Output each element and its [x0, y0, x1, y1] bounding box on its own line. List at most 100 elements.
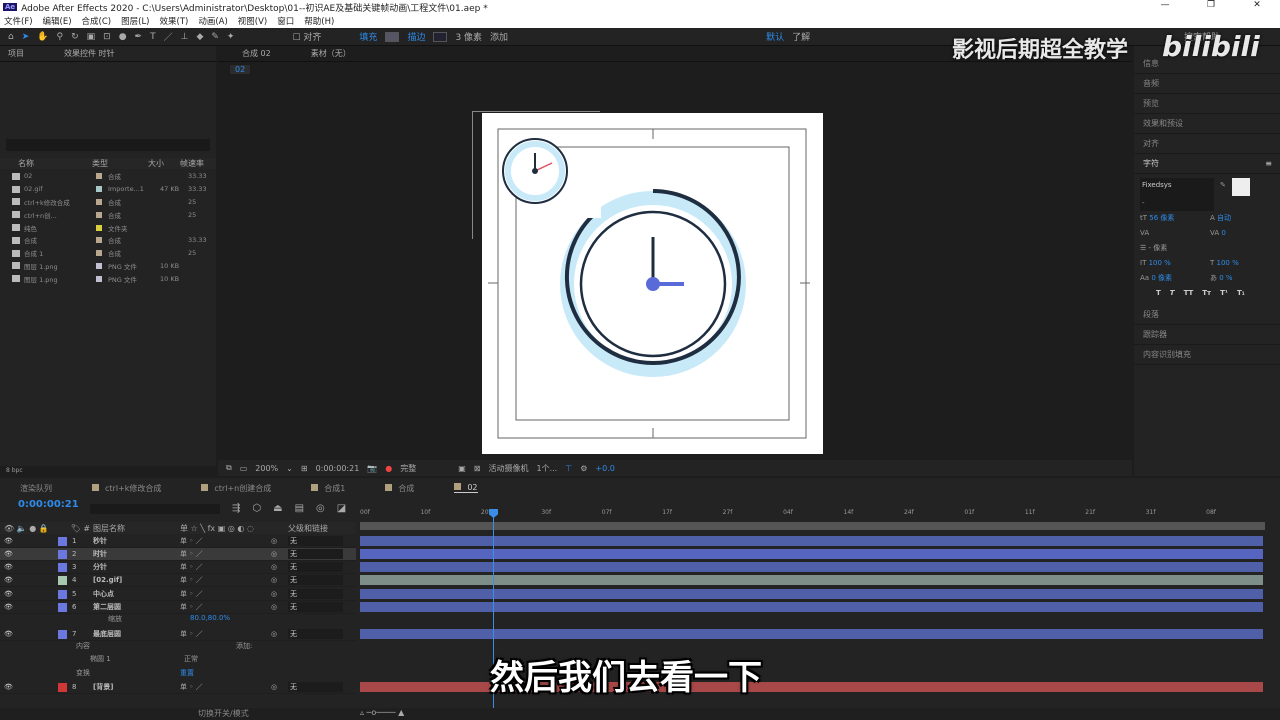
menu-effect[interactable]: 效果(T)	[160, 15, 189, 27]
eyedropper-icon[interactable]: ✎	[1220, 178, 1226, 196]
tab-effect-controls[interactable]: 效果控件 时针	[64, 48, 115, 59]
stroke-label[interactable]: 描边	[407, 30, 425, 43]
layer-name[interactable]: 最底层圆	[93, 629, 121, 639]
panel-character[interactable]: 字符 ≡	[1134, 154, 1280, 174]
layer-name[interactable]: 中心点	[93, 589, 114, 599]
faux-bold-button[interactable]: T	[1156, 286, 1161, 301]
subscript-button[interactable]: T₁	[1237, 286, 1245, 301]
menu-help[interactable]: 帮助(H)	[304, 15, 334, 27]
horizontal-scale[interactable]: 100 %	[1217, 259, 1239, 267]
menu-edit[interactable]: 编辑(E)	[43, 15, 72, 27]
layer-name[interactable]: 秒针	[93, 536, 107, 546]
timeline-search-input[interactable]	[90, 504, 220, 514]
font-family-select[interactable]: Fixedsys	[1140, 178, 1214, 196]
fill-swatch[interactable]	[385, 31, 400, 42]
stroke-width[interactable]: 3 像素	[455, 30, 482, 43]
comp-flowchart-icon[interactable]: ⇶	[232, 503, 240, 514]
parent-select[interactable]: 无	[288, 562, 343, 572]
layer-label-color[interactable]	[58, 549, 67, 559]
leading[interactable]: 自动	[1217, 214, 1231, 222]
project-item[interactable]: ctrl+n创... 合成 25	[0, 208, 216, 221]
layer-switches[interactable]: 单 ◦ ／	[180, 549, 203, 559]
visibility-eye-icon[interactable]: 👁	[4, 590, 14, 598]
project-item[interactable]: 合成 1 合成 25	[0, 247, 216, 260]
transparency-icon[interactable]: ⊠	[474, 464, 481, 473]
fill-label[interactable]: 填充	[359, 30, 377, 43]
parent-select[interactable]: 无	[288, 682, 343, 692]
camera-icon[interactable]: 📷	[367, 464, 377, 473]
workspace-learn[interactable]: 了解	[792, 30, 810, 43]
panel-align[interactable]: 对齐	[1134, 134, 1280, 154]
layer-switches[interactable]: 单 ◦ ／	[180, 536, 203, 546]
scale-property[interactable]: 缩放	[108, 614, 122, 624]
transform-group[interactable]: 变换	[76, 668, 90, 678]
fast-preview-icon[interactable]: ⚙	[580, 464, 587, 473]
snapshot-icon[interactable]: ⧉	[226, 463, 232, 473]
comp-breadcrumb[interactable]: 02	[230, 65, 251, 74]
pickwhip-icon[interactable]: ◎	[271, 576, 277, 584]
pickwhip-icon[interactable]: ◎	[271, 603, 277, 611]
grid-icon[interactable]: ⊞	[301, 464, 308, 473]
motion-blur-icon[interactable]: ◎	[316, 503, 325, 514]
fill-color-swatch[interactable]	[1231, 178, 1250, 196]
tracking[interactable]: 0	[1221, 229, 1225, 237]
parent-select[interactable]: 无	[288, 629, 343, 639]
minimize-button[interactable]: —	[1142, 0, 1188, 14]
panel-tracker[interactable]: 跟踪器	[1134, 325, 1280, 345]
parent-select[interactable]: 无	[288, 602, 343, 612]
layer-row[interactable]: 👁 7 最底层圆 单 ◦ ／ ◎ 无	[0, 628, 356, 641]
menu-animation[interactable]: 动画(A)	[198, 15, 227, 27]
pickwhip-icon[interactable]: ◎	[271, 563, 277, 571]
layer-duration-bar[interactable]	[360, 536, 1263, 546]
col-type[interactable]: 类型	[78, 158, 148, 169]
bpc-indicator[interactable]: 8 bpc	[6, 467, 23, 474]
label-color[interactable]	[96, 211, 102, 218]
zoom-tool-icon[interactable]: ⚲	[56, 32, 63, 42]
visibility-eye-icon[interactable]: 👁	[4, 630, 14, 638]
label-color[interactable]	[96, 275, 102, 282]
menu-file[interactable]: 文件(F)	[4, 15, 33, 27]
tab-comp[interactable]: 合成 02	[242, 48, 271, 59]
tab-02[interactable]: 02	[454, 483, 478, 493]
layer-label-color[interactable]	[58, 536, 67, 546]
layer-duration-bar[interactable]	[360, 575, 1263, 585]
layer-switches[interactable]: 单 ◦ ／	[180, 602, 203, 612]
layer-row[interactable]: 👁 3 分针 单 ◦ ／ ◎ 无	[0, 561, 356, 574]
project-item[interactable]: 图层 1.png PNG 文件 10 KB	[0, 260, 216, 273]
layer-switches[interactable]: 单 ◦ ／	[180, 575, 203, 585]
add-button[interactable]: 添加:	[236, 641, 252, 651]
flowchart-icon[interactable]: ⊤	[565, 464, 572, 473]
tab-comp[interactable]: 合成	[385, 483, 414, 494]
layer-name[interactable]: 第二层圆	[93, 602, 121, 612]
project-item[interactable]: 合成 合成 33.33	[0, 234, 216, 247]
panel-menu-icon[interactable]: ≡	[1265, 159, 1272, 168]
camera-select[interactable]: 活动摄像机	[489, 463, 529, 474]
menu-view[interactable]: 视图(V)	[238, 15, 267, 27]
layer-switches[interactable]: 单 ◦ ／	[180, 562, 203, 572]
visibility-eye-icon[interactable]: 👁	[4, 603, 14, 611]
tab-render-queue[interactable]: 渲染队列	[20, 483, 52, 494]
ellipse-group[interactable]: 椭圆 1	[90, 654, 111, 664]
layer-duration-bar[interactable]	[360, 549, 1263, 559]
layer-duration-bar[interactable]	[360, 562, 1263, 572]
all-caps-button[interactable]: TT	[1184, 286, 1194, 301]
layer-row[interactable]: 👁 4 [02.gif] 单 ◦ ／ ◎ 无	[0, 574, 356, 587]
font-style-select[interactable]: -	[1140, 196, 1214, 211]
label-color[interactable]	[96, 250, 102, 257]
label-color[interactable]	[96, 198, 102, 205]
baseline-shift[interactable]: 0 像素	[1151, 274, 1172, 282]
menu-composition[interactable]: 合成(C)	[82, 15, 112, 27]
parent-select[interactable]: 无	[288, 575, 343, 585]
panel-paragraph[interactable]: 段落	[1134, 305, 1280, 325]
parent-select[interactable]: 无	[288, 536, 343, 546]
pickwhip-icon[interactable]: ◎	[271, 537, 277, 545]
zoom-select[interactable]: 200%	[255, 464, 278, 473]
align-checkbox[interactable]: ☐ 对齐	[292, 30, 321, 43]
pickwhip-icon[interactable]: ◎	[271, 550, 277, 558]
text-tool-icon[interactable]: T	[150, 32, 156, 42]
home-icon[interactable]: ⌂	[8, 32, 14, 42]
layer-label-color[interactable]	[58, 602, 67, 612]
roi-icon[interactable]: ▣	[458, 464, 466, 473]
timeline-timecode[interactable]: 0:00:00:21	[18, 499, 79, 510]
font-size[interactable]: 56 像素	[1149, 214, 1174, 222]
